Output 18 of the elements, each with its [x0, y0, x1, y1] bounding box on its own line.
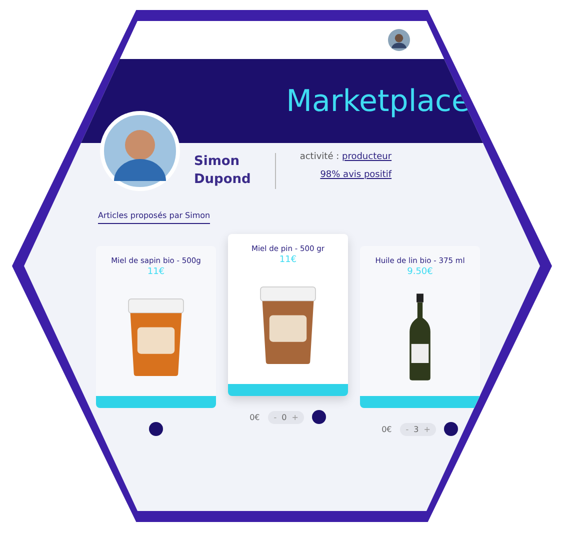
avatar-icon[interactable]	[388, 29, 410, 51]
line-total: 0€	[382, 424, 392, 434]
activity-link[interactable]: producteur	[342, 152, 392, 162]
quantity-value: 3	[414, 424, 419, 434]
product-price: 11€	[279, 255, 297, 265]
seller-last-name: Dupond	[194, 171, 251, 189]
seller-first-name: Simon	[194, 152, 241, 171]
add-button[interactable]	[149, 422, 163, 436]
product-price: 9.50€	[407, 267, 433, 277]
add-button[interactable]	[312, 410, 326, 424]
rating-link[interactable]: 98% avis positif	[320, 170, 392, 180]
product-price: 11€	[147, 267, 165, 277]
add-button[interactable]	[444, 422, 458, 436]
page-title: Marketplace	[286, 84, 470, 118]
quantity-value: 0	[282, 412, 287, 422]
line-total: 0€	[250, 412, 260, 422]
section-title: Articles proposés par Simon	[98, 211, 210, 224]
activity-label: activité :	[300, 152, 340, 162]
